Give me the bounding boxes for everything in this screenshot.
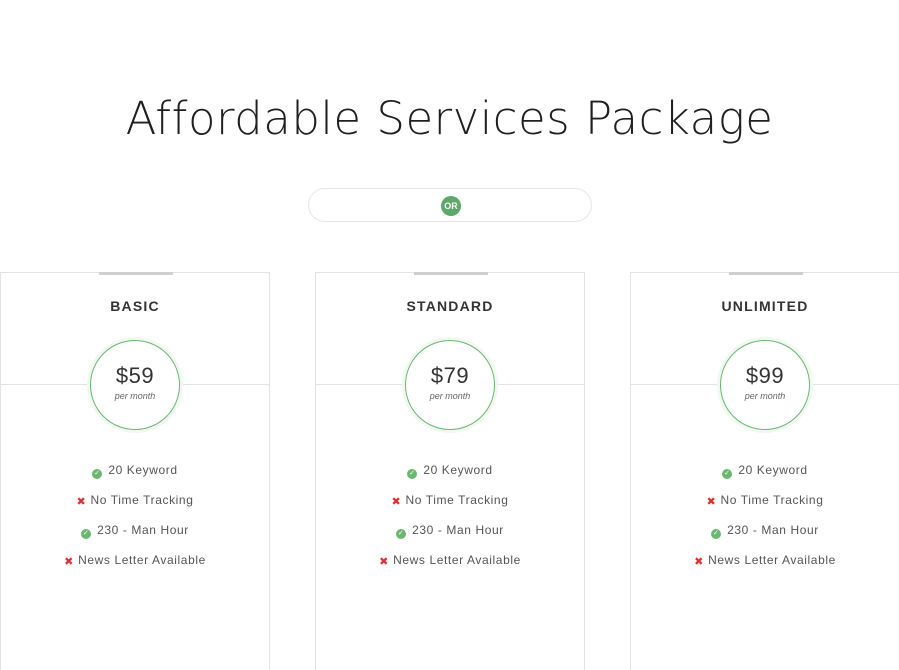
feature-text: No Time Tracking	[90, 493, 194, 507]
price-circle: $99 per month	[720, 340, 810, 430]
pricing-card-basic: BASIC $59 per month ✓ 20 Keyword ✖ No Time…	[0, 272, 270, 670]
pricing-page: Affordable Services Package OR BASIC $59…	[0, 0, 899, 670]
feature-text: News Letter Available	[708, 553, 836, 567]
feature-text: 230 - Man Hour	[412, 523, 504, 537]
feature-text: 230 - Man Hour	[727, 523, 819, 537]
feature-item: ✖ No Time Tracking	[1, 490, 269, 520]
feature-text: No Time Tracking	[720, 493, 824, 507]
check-icon: ✓	[407, 469, 418, 479]
cross-icon: ✖	[694, 556, 704, 568]
feature-text: 20 Keyword	[108, 463, 178, 477]
feature-list: ✓ 20 Keyword ✖ No Time Tracking ✓ 230 - Man…	[316, 460, 584, 580]
billing-toggle[interactable]: OR	[308, 188, 592, 222]
plan-name: STANDARD	[406, 298, 494, 314]
feature-item: ✖ No Time Tracking	[631, 490, 899, 520]
plan-period: per month	[744, 391, 786, 401]
plan-price: $99	[745, 363, 785, 388]
plan-price: $79	[430, 363, 470, 388]
feature-text: 20 Keyword	[738, 463, 808, 477]
feature-item: ✖ News Letter Available	[631, 550, 899, 580]
check-icon: ✓	[92, 469, 103, 479]
check-icon: ✓	[722, 469, 733, 479]
plan-name: BASIC	[110, 298, 160, 314]
check-icon: ✓	[81, 529, 92, 539]
price-circle: $79 per month	[405, 340, 495, 430]
feature-item: ✓ 20 Keyword	[316, 460, 584, 490]
check-icon: ✓	[396, 529, 407, 539]
card-top-accent	[729, 272, 803, 275]
feature-item: ✖ News Letter Available	[316, 550, 584, 580]
feature-item: ✖ News Letter Available	[1, 550, 269, 580]
cross-icon: ✖	[76, 496, 87, 508]
feature-text: 20 Keyword	[423, 463, 493, 477]
feature-text: News Letter Available	[393, 553, 521, 567]
card-top-accent	[99, 272, 173, 275]
cross-icon: ✖	[391, 496, 402, 508]
price-circle: $59 per month	[90, 340, 180, 430]
feature-item: ✓ 230 - Man Hour	[1, 520, 269, 550]
cross-icon: ✖	[64, 556, 74, 568]
page-title: Affordable Services Package	[125, 92, 774, 145]
feature-item: ✓ 20 Keyword	[631, 460, 899, 490]
feature-item: ✓ 230 - Man Hour	[316, 520, 584, 550]
check-icon: ✓	[711, 529, 722, 539]
pricing-card-unlimited: UNLIMITED $99 per month ✓ 20 Keyword ✖ No …	[630, 272, 899, 670]
cross-icon: ✖	[706, 496, 717, 508]
feature-text: 230 - Man Hour	[97, 523, 189, 537]
card-top-accent	[414, 272, 488, 275]
plan-price: $59	[115, 363, 155, 388]
pricing-card-standard: STANDARD $79 per month ✓ 20 Keyword ✖ No T…	[315, 272, 585, 670]
feature-item: ✓ 20 Keyword	[1, 460, 269, 490]
feature-list: ✓ 20 Keyword ✖ No Time Tracking ✓ 230 - Man…	[631, 460, 899, 580]
feature-item: ✓ 230 - Man Hour	[631, 520, 899, 550]
cross-icon: ✖	[379, 556, 389, 568]
feature-item: ✖ No Time Tracking	[316, 490, 584, 520]
feature-text: No Time Tracking	[405, 493, 509, 507]
plan-period: per month	[114, 391, 156, 401]
feature-list: ✓ 20 Keyword ✖ No Time Tracking ✓ 230 - Man…	[1, 460, 269, 580]
or-badge: OR	[441, 196, 461, 216]
plan-period: per month	[429, 391, 471, 401]
feature-text: News Letter Available	[78, 553, 206, 567]
plan-name: UNLIMITED	[721, 298, 809, 314]
